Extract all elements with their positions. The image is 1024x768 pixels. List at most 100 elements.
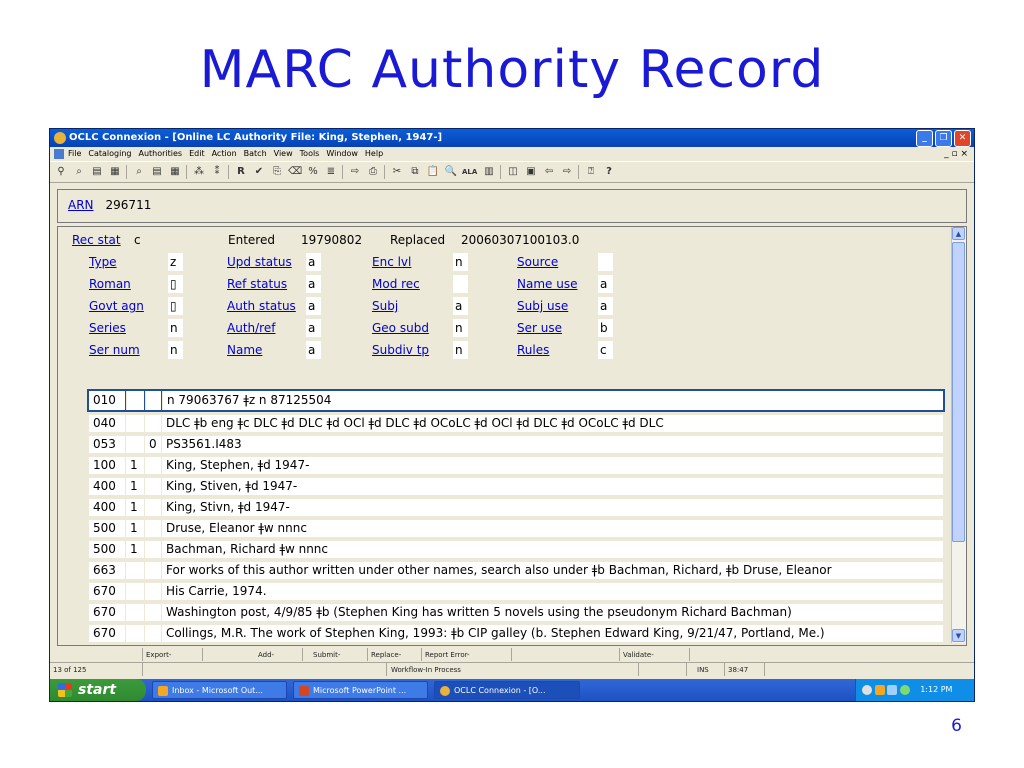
field-ind1[interactable]: 1 (126, 499, 144, 516)
field-tag[interactable]: 400 (89, 478, 125, 495)
view-icon[interactable]: ◫ (506, 165, 520, 179)
search-icon[interactable]: ⌕ (72, 165, 86, 179)
diacritics-icon[interactable]: % (306, 165, 320, 179)
fixed-field-label[interactable]: Ser num (89, 343, 140, 357)
menu-tools[interactable]: Tools (300, 147, 320, 161)
list-icon[interactable]: ▦ (108, 165, 122, 179)
reformat-icon[interactable]: R (234, 165, 248, 179)
character-icon[interactable]: ≣ (324, 165, 338, 179)
insert-field-icon[interactable]: ⎘ (270, 165, 284, 179)
menu-action[interactable]: Action (212, 147, 237, 161)
field-ind1[interactable] (126, 604, 144, 621)
field-content[interactable]: Washington post, 4/9/85 ǂb (Stephen King… (162, 604, 943, 621)
tray-outlook-icon[interactable] (874, 685, 885, 695)
cut-icon[interactable]: ✂ (390, 165, 404, 179)
field-row[interactable]: 100 1 King, Stephen, ǂd 1947- (89, 455, 943, 475)
field-row[interactable]: 500 1 Bachman, Richard ǂw nnnc (89, 539, 943, 559)
fixed-field-label[interactable]: Subj (372, 299, 398, 313)
field-ind1[interactable] (126, 415, 144, 432)
fixed-field-label[interactable]: Name (227, 343, 262, 357)
field-row[interactable]: 670 Collings, M.R. The work of Stephen K… (89, 623, 943, 643)
field-ind1[interactable] (126, 436, 144, 453)
menu-batch[interactable]: Batch (244, 147, 267, 161)
tray-app-icon[interactable] (899, 685, 910, 695)
field-row[interactable]: 670 His Carrie, 1974. (89, 581, 943, 601)
field-content[interactable]: For works of this author written under o… (162, 562, 943, 579)
field-content[interactable]: His Carrie, 1974. (162, 583, 943, 600)
arn-link[interactable]: ARN (68, 198, 94, 212)
fixed-field-label[interactable]: Subdiv tp (372, 343, 429, 357)
field-tag[interactable]: 100 (89, 457, 125, 474)
fixed-field-label[interactable]: Mod rec (372, 277, 420, 291)
menu-edit[interactable]: Edit (189, 147, 205, 161)
field-ind2[interactable]: 0 (145, 436, 161, 453)
start-button[interactable]: start (50, 679, 146, 701)
field-content[interactable]: DLC ǂb eng ǂc DLC ǂd DLC ǂd OCl ǂd DLC ǂ… (162, 415, 943, 432)
field-row[interactable]: 010 n 79063767 ǂz n 87125504 (87, 389, 945, 412)
maximize-icon[interactable]: ❐ (935, 130, 952, 147)
field-tag[interactable]: 500 (89, 541, 125, 558)
fixed-field-label[interactable]: Name use (517, 277, 577, 291)
help-icon[interactable]: ? (602, 165, 616, 179)
fixed-field-value[interactable]: c (134, 233, 141, 247)
field-tag[interactable]: 670 (89, 583, 125, 600)
field-ind1[interactable]: 1 (126, 541, 144, 558)
task-powerpoint[interactable]: Microsoft PowerPoint ... (293, 681, 428, 699)
browse-icon[interactable]: ▤ (90, 165, 104, 179)
paste-icon[interactable]: 📋 (426, 165, 440, 179)
field-tag[interactable]: 010 (89, 391, 126, 410)
field-tag[interactable]: 670 (89, 604, 125, 621)
next-icon[interactable]: ⇨ (560, 165, 574, 179)
fixed-field-label[interactable]: Subj use (517, 299, 568, 313)
fixed-field-label[interactable]: Series (89, 321, 126, 335)
scroll-down-icon[interactable]: ▼ (952, 629, 965, 642)
menu-help[interactable]: Help (365, 147, 383, 161)
fixed-field-box[interactable] (598, 253, 613, 271)
export-icon[interactable]: ⇨ (348, 165, 362, 179)
fixed-field-box[interactable] (453, 275, 468, 293)
field-tag[interactable]: 500 (89, 520, 125, 537)
fixed-field-label[interactable]: Auth status (227, 299, 296, 313)
fixed-field-label[interactable]: Type (89, 255, 117, 269)
field-content[interactable]: King, Stephen, ǂd 1947- (162, 457, 943, 474)
field-ind1[interactable] (126, 583, 144, 600)
field-ind2[interactable] (145, 499, 161, 516)
fixed-field-label[interactable]: Geo subd (372, 321, 429, 335)
field-content[interactable]: King, Stivn, ǂd 1947- (162, 499, 943, 516)
auth-search-icon[interactable]: ⌕ (132, 165, 146, 179)
field-ind2[interactable] (145, 415, 161, 432)
field-ind1[interactable] (127, 391, 145, 410)
record-scrollbar[interactable]: ▲ ▼ (951, 227, 966, 643)
tray-arrow-icon[interactable] (862, 685, 872, 695)
field-content[interactable]: Bachman, Richard ǂw nnnc (162, 541, 943, 558)
field-tag[interactable]: 040 (89, 415, 125, 432)
close-icon[interactable]: ✕ (954, 130, 971, 147)
field-row[interactable]: 040 DLC ǂb eng ǂc DLC ǂd DLC ǂd OCl ǂd D… (89, 413, 943, 433)
menu-cataloging[interactable]: Cataloging (88, 147, 131, 161)
field-content[interactable]: PS3561.I483 (162, 436, 943, 453)
field-ind2[interactable] (146, 391, 162, 410)
auth-list-icon[interactable]: ▦ (168, 165, 182, 179)
fixed-field-label[interactable]: Rec stat (72, 233, 121, 247)
field-ind2[interactable] (145, 562, 161, 579)
mdi-window-controls[interactable]: _ ▫ × (944, 147, 968, 161)
fixed-field-label[interactable]: Upd status (227, 255, 292, 269)
field-row[interactable]: 400 1 King, Stivn, ǂd 1947- (89, 497, 943, 517)
field-ind2[interactable] (145, 625, 161, 642)
fixed-field-label[interactable]: Govt agn (89, 299, 144, 313)
menu-file[interactable]: File (68, 147, 81, 161)
fixed-field-label[interactable]: Roman (89, 277, 131, 291)
fixed-field-label[interactable]: Ser use (517, 321, 562, 335)
field-row[interactable]: 053 0 PS3561.I483 (89, 434, 943, 454)
validate-icon[interactable]: ✔ (252, 165, 266, 179)
field-row[interactable]: 400 1 King, Stiven, ǂd 1947- (89, 476, 943, 496)
field-row[interactable]: 663 For works of this author written und… (89, 560, 943, 580)
field-ind1[interactable]: 1 (126, 457, 144, 474)
print-icon[interactable]: ⎙ (366, 165, 380, 179)
task-outlook[interactable]: Inbox - Microsoft Out... (152, 681, 287, 699)
field-ind1[interactable] (126, 625, 144, 642)
find-icon[interactable]: 🔍 (444, 165, 458, 179)
hierarchy-all-icon[interactable]: ⁑ (210, 165, 224, 179)
menu-window[interactable]: Window (326, 147, 358, 161)
field-content[interactable]: King, Stiven, ǂd 1947- (162, 478, 943, 495)
